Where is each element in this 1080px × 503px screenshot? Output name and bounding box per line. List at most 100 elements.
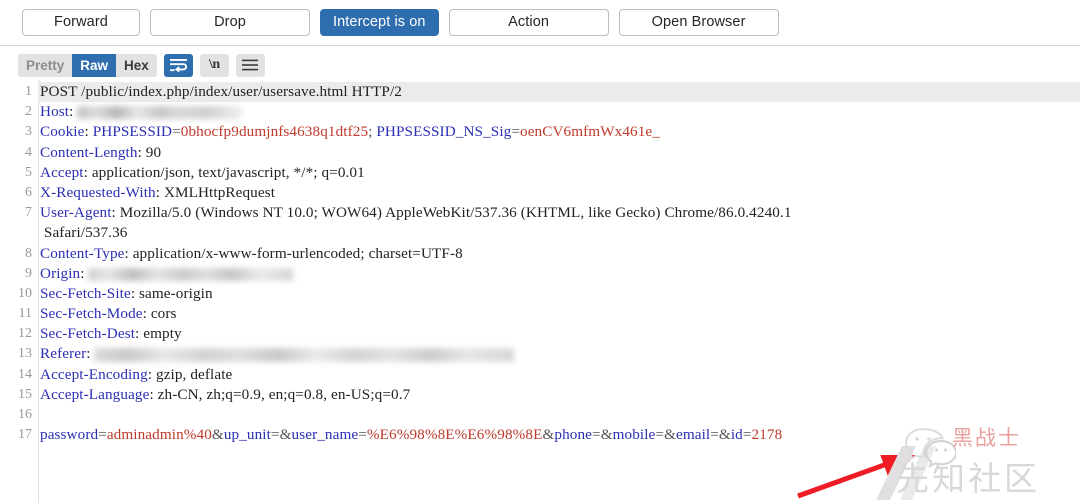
editor-line: 8 Content-Type: application/x-www-form-u…	[0, 244, 1080, 264]
header-sec-fetch-mode: Sec-Fetch-Mode: cors	[40, 305, 177, 323]
header-name: Sec-Fetch-Dest	[40, 325, 136, 343]
editor-line: 5 Accept: application/json, text/javascr…	[0, 163, 1080, 183]
editor-line: 17 password=adminadmin%40&up_unit=&user_…	[0, 425, 1080, 445]
header-name: Sec-Fetch-Mode	[40, 305, 143, 323]
editor-line: 9 Origin:	[0, 264, 1080, 284]
open-browser-button[interactable]: Open Browser	[618, 9, 779, 36]
header-user-agent: User-Agent: Mozilla/5.0 (Windows NT 10.0…	[40, 204, 792, 222]
editor-line: 14 Accept-Encoding: gzip, deflate	[0, 365, 1080, 385]
line-number: 10	[18, 285, 32, 301]
header-name: X-Requested-With	[40, 183, 156, 201]
header-content-type: Content-Type: application/x-www-form-url…	[40, 244, 463, 262]
header-sec-fetch-dest: Sec-Fetch-Dest: empty	[40, 325, 182, 343]
line-number: 9	[25, 265, 32, 281]
word-wrap-icon[interactable]	[163, 53, 193, 77]
cookie-name-1: PHPSESSID	[92, 123, 173, 141]
redacted-origin-value	[88, 267, 294, 281]
header-name: Accept-Encoding	[40, 365, 148, 383]
request-lines: 1 POST /public/index.php/index/user/user…	[0, 80, 1080, 445]
line-number: 1	[25, 84, 32, 99]
param-key: up_unit	[223, 426, 271, 444]
header-origin: Origin:	[38, 264, 1080, 284]
header-name: Sec-Fetch-Site	[40, 284, 131, 302]
param-key: mobile	[612, 426, 656, 444]
editor-line: 3 Cookie: PHPSESSID=0bhocfp9dumjnfs4638q…	[0, 122, 1080, 142]
redacted-referer-value	[94, 347, 515, 362]
header-referer: Referer:	[38, 344, 1080, 364]
header-value: Mozilla/5.0 (Windows NT 10.0; WOW64) App…	[119, 204, 792, 222]
header-x-requested-with: X-Requested-With: XMLHttpRequest	[40, 183, 276, 201]
editor-line: 13 Referer:	[0, 344, 1080, 364]
cookie-value-1: 0bhocfp9dumjnfs4638q1dtf25	[180, 123, 369, 141]
header-name: User-Agent	[40, 204, 112, 222]
header-value: zh-CN, zh;q=0.9, en;q=0.8, en-US;q=0.7	[157, 385, 411, 403]
header-value: XMLHttpRequest	[163, 183, 276, 201]
header-name: Content-Type	[40, 244, 125, 262]
forward-button[interactable]: Forward	[22, 9, 140, 36]
param-value: adminadmin%40	[106, 426, 212, 444]
param-key: phone	[554, 426, 593, 444]
menu-icon[interactable]	[235, 53, 265, 77]
param-key: password	[40, 426, 99, 444]
header-sec-fetch-site: Sec-Fetch-Site: same-origin	[40, 284, 213, 302]
header-accept-language: Accept-Language: zh-CN, zh;q=0.9, en;q=0…	[40, 385, 411, 403]
user-agent-wrapped: Safari/537.36	[43, 224, 128, 242]
cookie-name-2: PHPSESSID_NS_Sig	[376, 123, 512, 141]
header-accept: Accept: application/json, text/javascrip…	[40, 163, 365, 181]
editor-line: 1 POST /public/index.php/index/user/user…	[0, 82, 1080, 103]
message-view-toolbar: Pretty Raw Hex \n	[0, 46, 1080, 80]
tab-pretty[interactable]: Pretty	[18, 53, 73, 77]
line-number: 7	[25, 205, 32, 221]
line-number: 4	[25, 144, 32, 160]
cookie-value-2: oenCV6mfmWx461e_	[520, 123, 660, 141]
editor-line: 12 Sec-Fetch-Dest: empty	[0, 324, 1080, 344]
header-cookie: Cookie: PHPSESSID=0bhocfp9dumjnfs4638q1d…	[40, 123, 660, 141]
tab-raw[interactable]: Raw	[72, 53, 117, 77]
header-host: Host:	[38, 102, 1080, 122]
action-button[interactable]: Action	[448, 9, 609, 36]
param-key: user_name	[291, 426, 359, 444]
line-number: 11	[18, 306, 32, 322]
line-number: 2	[25, 104, 32, 120]
header-accept-encoding: Accept-Encoding: gzip, deflate	[40, 365, 233, 383]
header-name: Accept	[40, 163, 84, 181]
tab-hex[interactable]: Hex	[116, 53, 157, 77]
header-content-length: Content-Length: 90	[40, 143, 162, 161]
line-number: 14	[18, 366, 32, 382]
header-value: gzip, deflate	[156, 365, 233, 383]
editor-line: 10 Sec-Fetch-Site: same-origin	[0, 284, 1080, 304]
header-value: 90	[145, 143, 162, 161]
editor-line: 2 Host:	[0, 102, 1080, 122]
header-value: application/json, text/javascript, */*; …	[91, 163, 365, 181]
request-line: POST /public/index.php/index/user/usersa…	[38, 82, 1080, 103]
header-value: application/x-www-form-urlencoded; chars…	[132, 244, 463, 262]
header-name: Referer	[40, 345, 87, 363]
request-editor[interactable]: 1 POST /public/index.php/index/user/user…	[0, 80, 1080, 503]
intercept-toggle-button[interactable]: Intercept is on	[320, 9, 439, 36]
editor-line-continuation: Safari/537.36	[0, 223, 1080, 243]
header-name: Cookie	[40, 123, 85, 141]
newline-label: \n	[208, 57, 220, 72]
intercept-toolbar: Forward Drop Intercept is on Action Open…	[0, 0, 1080, 45]
line-number: 15	[18, 386, 32, 402]
param-key: id	[730, 426, 743, 444]
line-number: 3	[25, 124, 32, 140]
editor-line: 15 Accept-Language: zh-CN, zh;q=0.9, en;…	[0, 385, 1080, 405]
header-name: Content-Length	[40, 143, 138, 161]
line-number: 17	[18, 427, 32, 443]
editor-line: 4 Content-Length: 90	[0, 143, 1080, 163]
header-name: Accept-Language	[40, 385, 150, 403]
header-value: same-origin	[139, 284, 213, 302]
newline-icon[interactable]: \n	[199, 53, 229, 77]
editor-line: 7 User-Agent: Mozilla/5.0 (Windows NT 10…	[0, 203, 1080, 223]
header-value: empty	[143, 325, 182, 343]
header-value: cors	[150, 305, 177, 323]
line-number: 13	[18, 346, 32, 362]
editor-line: 11 Sec-Fetch-Mode: cors	[0, 304, 1080, 324]
param-value: %E6%98%8E%E6%98%8E	[366, 426, 543, 444]
view-mode-segmented-control: Pretty Raw Hex	[18, 53, 157, 77]
drop-button[interactable]: Drop	[150, 9, 310, 36]
header-name: Host	[40, 103, 70, 121]
editor-line: 16	[0, 405, 1080, 425]
header-name: Origin	[40, 264, 81, 282]
